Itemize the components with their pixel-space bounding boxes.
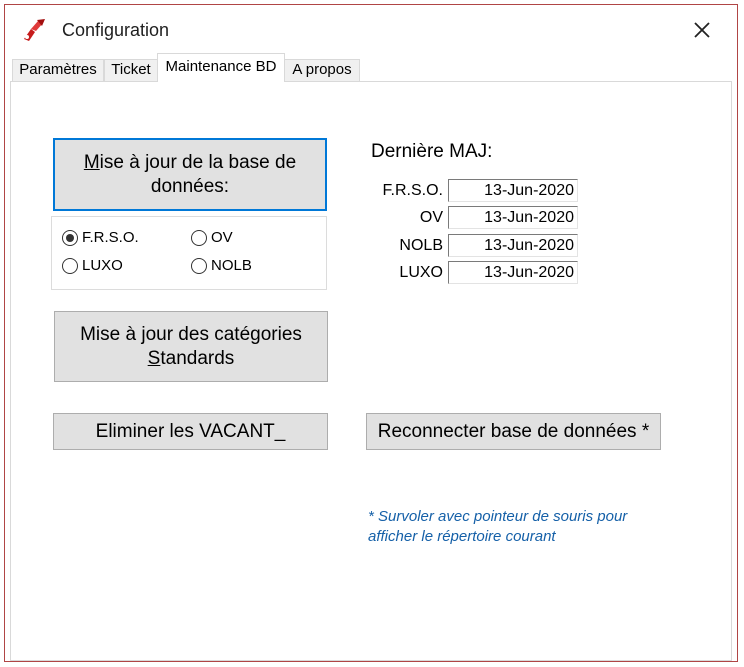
last-update-value-luxo: 13-Jun-2020 (448, 261, 578, 284)
radio-luxo[interactable]: LUXO (62, 257, 123, 274)
last-update-heading: Dernière MAJ: (371, 141, 493, 162)
update-database-button[interactable]: Mise à jour de la base de données: (53, 138, 327, 211)
tab-strip: Paramètres Ticket Maintenance BD A propo… (10, 53, 730, 82)
reconnect-database-button[interactable]: Reconnecter base de données * (366, 413, 661, 450)
close-icon[interactable] (689, 17, 715, 43)
tab-parametres[interactable]: Paramètres (12, 59, 104, 81)
update-db-label-line2: données: (150, 175, 230, 197)
radio-circle-checked (62, 229, 78, 246)
tab-a-propos[interactable]: A propos (284, 59, 360, 81)
radio-nolb[interactable]: NOLB (191, 257, 252, 274)
radio-label-frso: F.R.S.O. (82, 229, 139, 246)
last-update-value-frso: 13-Jun-2020 (448, 179, 578, 202)
last-update-label-luxo: LUXO (399, 264, 443, 281)
window-title: Configuration (62, 20, 170, 40)
hover-note: * Survoler avec pointeur de souris pour … (368, 507, 627, 547)
hover-note-line1: * Survoler avec pointeur de souris pour (368, 508, 628, 525)
radio-circle (191, 257, 207, 274)
radio-label-ov: OV (211, 229, 233, 246)
last-update-value-ov: 13-Jun-2020 (448, 206, 578, 229)
radio-label-luxo: LUXO (82, 257, 123, 274)
radio-frso[interactable]: F.R.S.O. (62, 229, 139, 246)
remove-vacant-button[interactable]: Eliminer les VACANT_ (53, 413, 328, 450)
database-radio-group: F.R.S.O. OV LUXO NOLB (51, 216, 327, 290)
last-update-label-frso: F.R.S.O. (382, 182, 443, 199)
last-update-label-ov: OV (419, 209, 443, 226)
radio-circle (191, 229, 207, 246)
update-categories-button[interactable]: Mise à jour des catégories Standards (54, 311, 328, 382)
tab-maintenance-bd[interactable]: Maintenance BD (157, 53, 285, 82)
update-db-label-line1: ise à jour de la base de (99, 151, 297, 173)
radio-ov[interactable]: OV (191, 229, 233, 246)
radio-circle (62, 257, 78, 274)
title-bar: Configuration (5, 5, 737, 51)
hover-note-line2: afficher le répertoire courant (368, 528, 556, 545)
configuration-window: Configuration Paramètres Ticket Maintena… (4, 4, 738, 662)
last-update-value-nolb: 13-Jun-2020 (448, 234, 578, 257)
update-db-mnemonic: M (83, 151, 100, 173)
red-tool-icon (24, 19, 45, 41)
tab-ticket[interactable]: Ticket (104, 59, 158, 81)
maintenance-panel: Mise à jour de la base de données: F.R.S… (10, 81, 732, 661)
last-update-label-nolb: NOLB (399, 237, 443, 254)
update-categories-label-line1: Mise à jour des catégories (80, 323, 302, 345)
update-categories-label-line2: tandards (160, 347, 235, 369)
update-categories-mnemonic: S (147, 347, 161, 369)
radio-label-nolb: NOLB (211, 257, 252, 274)
